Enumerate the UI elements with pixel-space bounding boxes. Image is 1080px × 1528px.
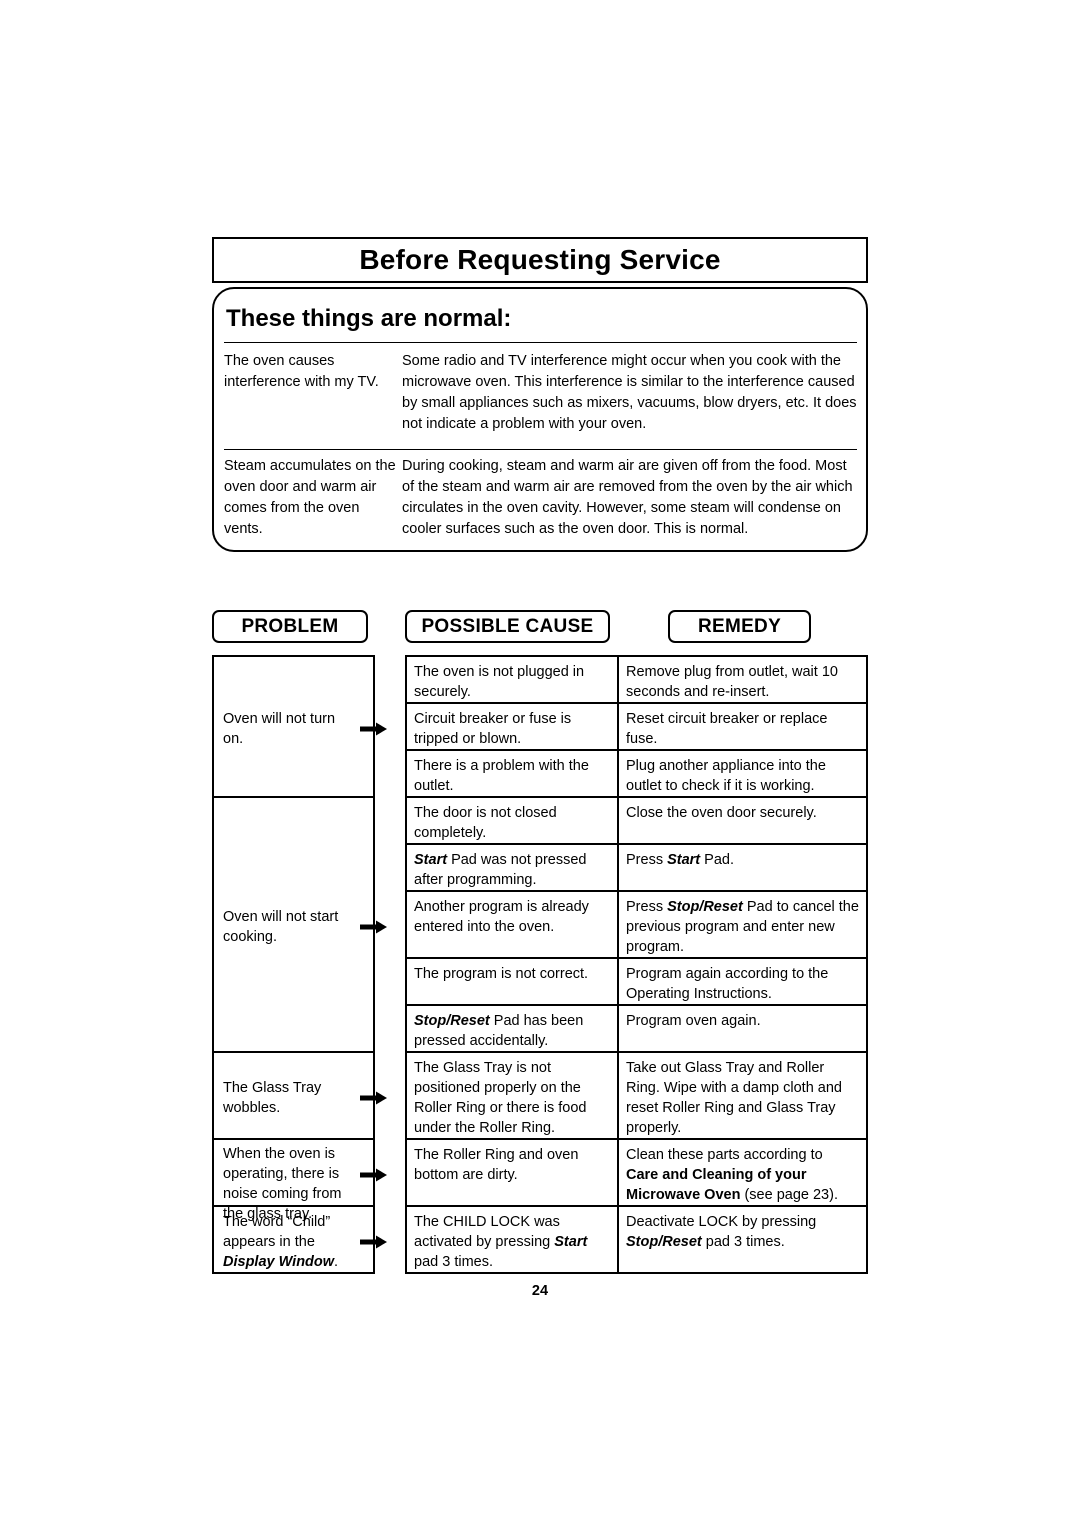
problem-cell: When the oven is operating, there is noi… [212,1138,387,1222]
remedy-cell: Program oven again. [617,1004,868,1053]
arrow-icon [360,722,388,736]
problem-text: The Glass Tray wobbles. [223,1080,322,1116]
possible-cause-cell: The program is not correct. [405,957,619,1006]
possible-cause-cell: Stop/Reset Pad has been pressed accident… [405,1004,619,1053]
problem-cell: The Glass Tray wobbles. [212,1051,387,1140]
divider-top [224,342,857,343]
column-header-remedy: REMEDY [668,610,811,643]
remedy-cell: Deactivate LOCK by pressing Stop/Reset p… [617,1205,868,1274]
problem-cell: Oven will not start cooking. [212,796,387,1053]
remedy-cell: Remove plug from outlet, wait 10 seconds… [617,655,868,704]
problem-text: Oven will not start cooking. [223,909,339,945]
remedy-cell: Program again according to the Operating… [617,957,868,1006]
normal-row-explanation: During cooking, steam and warm air are g… [402,458,853,537]
normal-row-problem: The oven causes interference with my TV. [224,353,379,390]
possible-cause-cell: Start Pad was not pressed after programm… [405,843,619,892]
possible-cause-cell: The CHILD LOCK was activated by pressing… [405,1205,619,1274]
remedy-cell: Take out Glass Tray and Roller Ring. Wip… [617,1051,868,1140]
normal-row-problem: Steam accumulates on the oven door and w… [224,458,396,537]
normal-things-heading: These things are normal: [226,305,512,332]
possible-cause-cell: The Roller Ring and oven bottom are dirt… [405,1138,619,1207]
column-header-problem: PROBLEM [212,610,368,643]
problem-cell: The word “Child” appears in the Display W… [212,1205,387,1274]
column-header-possible-cause: POSSIBLE CAUSE [405,610,610,643]
divider-middle [224,449,857,450]
possible-cause-cell: The oven is not plugged in securely. [405,655,619,704]
remedy-cell: Press Stop/Reset Pad to cancel the previ… [617,890,868,959]
arrow-icon [360,1235,388,1249]
arrow-icon [360,1091,388,1105]
problem-text: Oven will not turn on. [223,711,336,747]
remedy-cell: Plug another appliance into the outlet t… [617,749,868,798]
problem-text: The word “Child” appears in the Display W… [223,1214,339,1270]
arrow-icon [360,920,388,934]
page-number: 24 [531,1283,549,1299]
problem-cell: Oven will not turn on. [212,655,387,798]
possible-cause-cell: The Glass Tray is not positioned properl… [405,1051,619,1140]
remedy-cell: Reset circuit breaker or replace fuse. [617,702,868,751]
page-title: Before Requesting Service [359,244,721,275]
remedy-cell: Close the oven door securely. [617,796,868,845]
normal-row-explanation: Some radio and TV interference might occ… [402,353,857,432]
document-page: Before Requesting Service These things a… [0,0,1080,1528]
possible-cause-cell: The door is not closed completely. [405,796,619,845]
page-title-bar: Before Requesting Service [212,237,868,283]
remedy-cell: Clean these parts according to Care and C… [617,1138,868,1207]
remedy-cell: Press Start Pad. [617,843,868,892]
possible-cause-cell: Another program is already entered into … [405,890,619,959]
arrow-icon [360,1168,388,1182]
possible-cause-cell: Circuit breaker or fuse is tripped or bl… [405,702,619,751]
possible-cause-cell: There is a problem with the outlet. [405,749,619,798]
